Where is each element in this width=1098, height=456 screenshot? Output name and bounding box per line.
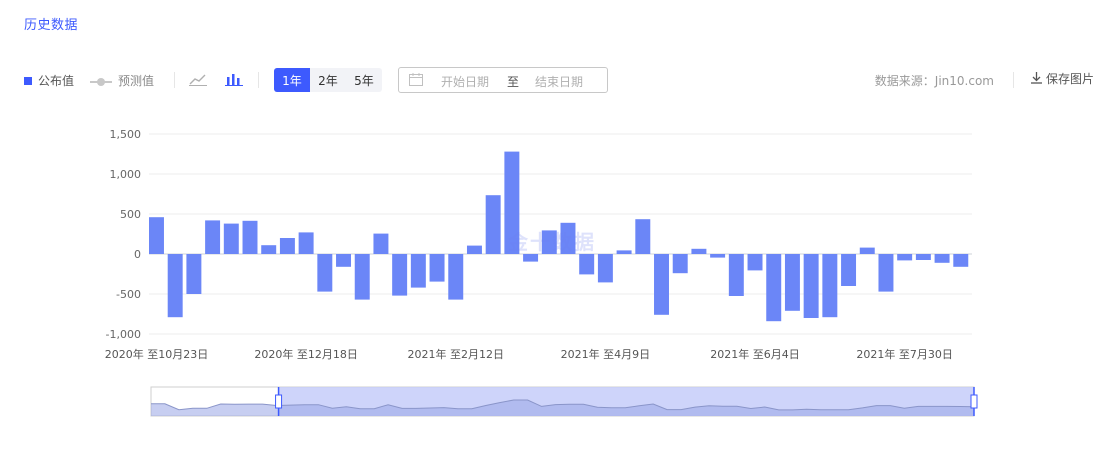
bar[interactable] bbox=[710, 254, 726, 258]
range-2y-button[interactable]: 2年 bbox=[310, 68, 346, 92]
bar[interactable] bbox=[261, 245, 277, 254]
y-tick-label: -500 bbox=[116, 288, 141, 301]
bar[interactable] bbox=[616, 250, 632, 254]
y-tick-label: 1,000 bbox=[110, 168, 142, 181]
bar[interactable] bbox=[859, 247, 875, 254]
bar[interactable] bbox=[728, 254, 744, 296]
bar[interactable] bbox=[373, 233, 389, 254]
x-tick-label: 2021年 至6月4日 bbox=[710, 347, 800, 361]
navigator-left-handle[interactable] bbox=[275, 394, 283, 409]
bar[interactable] bbox=[747, 254, 763, 271]
divider bbox=[174, 72, 175, 88]
bar[interactable] bbox=[672, 254, 688, 274]
bar[interactable] bbox=[149, 217, 164, 254]
bar[interactable] bbox=[392, 254, 408, 296]
y-tick-label: 500 bbox=[120, 208, 141, 221]
bar[interactable] bbox=[167, 254, 183, 318]
date-range-picker[interactable]: 开始日期 至 结束日期 bbox=[398, 67, 608, 93]
save-image-button[interactable]: 保存图片 bbox=[1030, 70, 1094, 87]
bar[interactable] bbox=[803, 254, 819, 318]
navigator-right-handle[interactable] bbox=[970, 394, 978, 409]
legend-line-dot-icon bbox=[90, 76, 112, 86]
y-tick-label: 0 bbox=[134, 248, 141, 261]
page-title: 历史数据 bbox=[24, 18, 79, 33]
bar[interactable] bbox=[635, 219, 651, 254]
save-image-label: 保存图片 bbox=[1046, 72, 1095, 86]
y-tick-label: 1,500 bbox=[110, 128, 142, 141]
bar[interactable] bbox=[466, 245, 482, 254]
bar[interactable] bbox=[878, 254, 894, 292]
end-date-input[interactable]: 结束日期 bbox=[535, 73, 583, 90]
bar[interactable] bbox=[523, 254, 539, 262]
legend-published[interactable]: 公布值 bbox=[24, 72, 74, 89]
bar[interactable] bbox=[336, 254, 352, 267]
date-separator: 至 bbox=[507, 75, 520, 89]
bar[interactable] bbox=[429, 254, 445, 282]
x-tick-label: 2021年 至2月12日 bbox=[408, 347, 505, 361]
bar[interactable] bbox=[317, 254, 333, 292]
bar[interactable] bbox=[841, 254, 857, 286]
y-tick-label: -1,000 bbox=[106, 328, 141, 341]
range-navigator[interactable] bbox=[0, 380, 1098, 420]
bar[interactable] bbox=[223, 223, 239, 254]
line-chart-icon[interactable] bbox=[187, 68, 209, 90]
bar[interactable] bbox=[691, 248, 707, 254]
bar[interactable] bbox=[953, 254, 969, 267]
watermark: 金十数据 bbox=[508, 230, 596, 254]
calendar-icon bbox=[409, 73, 423, 89]
bar[interactable] bbox=[485, 195, 501, 254]
bar[interactable] bbox=[897, 254, 913, 261]
bar[interactable] bbox=[597, 254, 613, 283]
bar[interactable] bbox=[279, 238, 295, 254]
bar[interactable] bbox=[934, 254, 950, 263]
bar-chart-icon[interactable] bbox=[223, 68, 245, 90]
range-1y-button[interactable]: 1年 bbox=[274, 68, 310, 92]
range-selector: 1年 2年 5年 bbox=[274, 68, 382, 92]
x-tick-label: 2020年 至10月23日 bbox=[105, 347, 209, 361]
bar[interactable] bbox=[186, 254, 202, 294]
bar[interactable] bbox=[915, 254, 931, 260]
divider bbox=[1013, 72, 1014, 88]
x-tick-label: 2021年 至4月9日 bbox=[561, 347, 651, 361]
bar[interactable] bbox=[298, 232, 314, 254]
bar[interactable] bbox=[766, 254, 782, 322]
download-icon bbox=[1030, 71, 1043, 87]
bar[interactable] bbox=[654, 254, 669, 315]
bar[interactable] bbox=[822, 254, 838, 318]
bar[interactable] bbox=[205, 220, 221, 254]
range-5y-button[interactable]: 5年 bbox=[346, 68, 382, 92]
bar[interactable] bbox=[410, 254, 426, 288]
bar[interactable] bbox=[784, 254, 800, 311]
bar[interactable] bbox=[579, 254, 595, 275]
legend-forecast[interactable]: 预测值 bbox=[90, 72, 154, 89]
data-source: 数据来源：Jin10.com bbox=[874, 74, 994, 88]
legend-published-label: 公布值 bbox=[38, 74, 75, 88]
x-tick-label: 2021年 至7月30日 bbox=[856, 347, 953, 361]
bar[interactable] bbox=[354, 254, 370, 300]
legend-square-icon bbox=[24, 76, 32, 85]
start-date-input[interactable]: 开始日期 bbox=[441, 73, 489, 90]
bar[interactable] bbox=[242, 220, 258, 254]
divider bbox=[258, 72, 259, 88]
chart-toolbar: 公布值 预测值 1年 2年 5年 开始日期 至 结束日期 数据来源：Jin10.… bbox=[0, 64, 1098, 96]
legend-forecast-label: 预测值 bbox=[118, 74, 155, 88]
bar[interactable] bbox=[448, 254, 464, 300]
x-tick-label: 2020年 至12月18日 bbox=[254, 347, 358, 361]
